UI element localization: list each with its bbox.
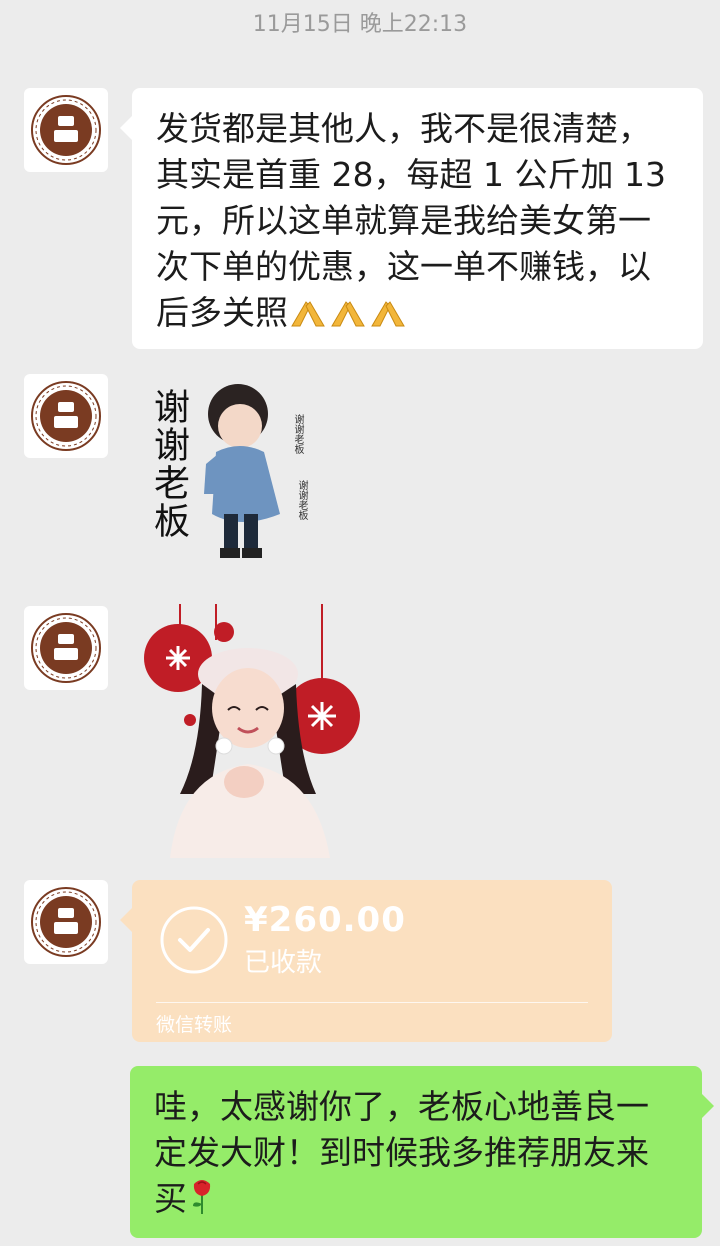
shop-logo-icon	[31, 381, 101, 451]
contact-avatar[interactable]	[24, 88, 108, 172]
shop-logo-icon	[31, 887, 101, 957]
message-line: 后多关照	[156, 290, 681, 342]
contact-avatar[interactable]	[24, 880, 108, 964]
message-line: 其实是首重 28，每超 1 公斤加 13	[156, 155, 666, 194]
chat-window: 11月15日 晚上22:13 发货都是其他人，我不是很清楚， 其实是首重 28，…	[0, 0, 720, 1246]
shop-logo-icon	[31, 95, 101, 165]
pray-hands-icon	[288, 294, 408, 342]
message-line: 发货都是其他人，我不是很清楚，	[156, 109, 651, 148]
transfer-status: 已收款	[244, 948, 323, 978]
message-line: 元，所以这单就算是我给美女第一	[156, 201, 651, 240]
message-line: 次下单的优惠，这一单不赚钱，以	[156, 247, 651, 286]
message-line: 定发大财！到时候我多推荐朋友来	[154, 1133, 649, 1172]
contact-avatar[interactable]	[24, 606, 108, 690]
transfer-amount: ¥260.00	[244, 900, 406, 940]
christmas-ornament-girl-icon	[144, 604, 360, 858]
chat-timestamp: 11月15日 晚上22:13	[252, 12, 468, 37]
shop-logo-icon	[31, 613, 101, 683]
message-line: 买	[154, 1176, 682, 1228]
thank-you-sticker[interactable]: 谢谢老板 谢谢老板 谢谢老板	[140, 374, 320, 574]
child-figure-icon	[204, 384, 280, 558]
christmas-girl-sticker[interactable]	[140, 604, 370, 858]
incoming-message-bubble[interactable]: 发货都是其他人，我不是很清楚， 其实是首重 28，每超 1 公斤加 13 元，所…	[120, 88, 703, 349]
sticker-small-text: 谢谢老板	[296, 480, 307, 520]
wechat-transfer-card[interactable]: ¥260.00 已收款 微信转账	[120, 880, 612, 1042]
sticker-small-text: 谢谢老板	[292, 414, 303, 454]
transfer-label: 微信转账	[156, 1014, 233, 1036]
contact-avatar[interactable]	[24, 374, 108, 458]
outgoing-message-bubble[interactable]: 哇，太感谢你了，老板心地善良一 定发大财！到时候我多推荐朋友来 买	[130, 1066, 714, 1238]
check-circle-icon	[160, 906, 228, 974]
transfer-divider	[156, 1002, 588, 1003]
rose-icon	[187, 1176, 217, 1228]
message-line: 哇，太感谢你了，老板心地善良一	[154, 1087, 649, 1126]
